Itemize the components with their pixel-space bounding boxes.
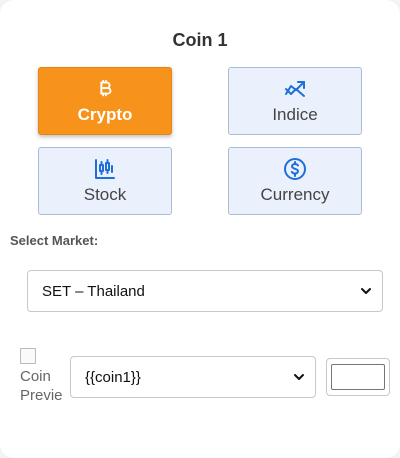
asset-type-currency-button[interactable]: Currency	[228, 147, 362, 215]
coin-panel: Coin 1 Crypto Indice Stock Currency Sele…	[0, 0, 400, 458]
panel-title: Coin 1	[172, 30, 228, 50]
asset-type-crypto-button[interactable]: Crypto	[38, 67, 172, 135]
asset-type-indice-button[interactable]: Indice	[228, 67, 362, 135]
trending-up-icon	[283, 77, 307, 101]
chevron-down-icon	[293, 371, 305, 383]
market-select-value: SET – Thailand	[42, 282, 145, 300]
coin-select[interactable]: {{coin1}}	[70, 356, 316, 398]
asset-type-stock-button[interactable]: Stock	[38, 147, 172, 215]
bitcoin-icon	[93, 77, 117, 101]
asset-type-label: Stock	[83, 185, 127, 204]
amount-input[interactable]	[331, 364, 385, 390]
asset-type-label: Currency	[260, 185, 330, 204]
amount-field-wrapper	[326, 358, 390, 396]
coin-preview-image: Coin Preview	[20, 348, 62, 406]
market-select[interactable]: SET – Thailand	[27, 270, 383, 312]
asset-type-label: Indice	[272, 105, 318, 124]
asset-type-label: Crypto	[77, 105, 133, 124]
select-market-label: Select Market:	[10, 233, 99, 248]
chevron-down-icon	[360, 285, 372, 297]
broken-image-icon	[20, 348, 36, 364]
coin-preview-alt-text: Coin Preview	[20, 368, 62, 404]
coin-select-value: {{coin1}}	[85, 368, 141, 386]
candlestick-chart-icon	[93, 157, 117, 181]
dollar-circle-icon	[283, 157, 307, 181]
